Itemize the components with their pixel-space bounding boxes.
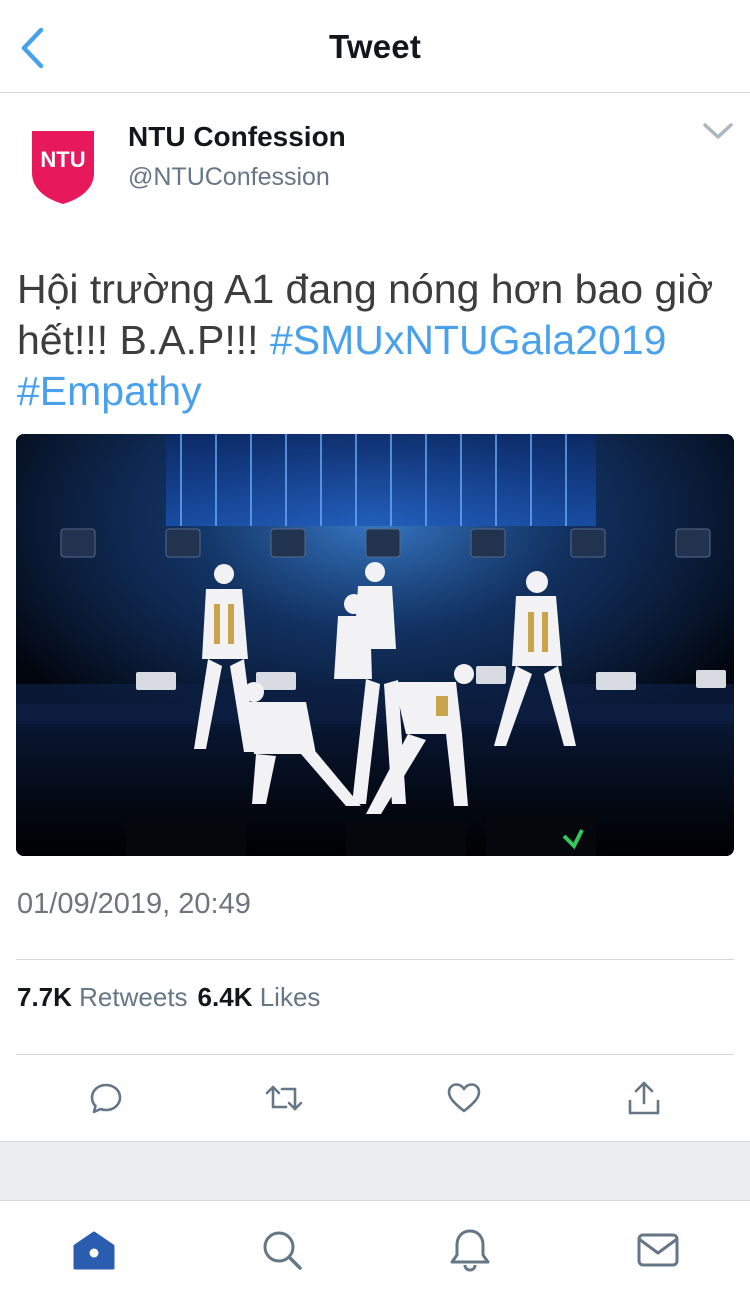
search-icon [263, 1231, 302, 1270]
author-display-name[interactable]: NTU Confession [128, 121, 346, 153]
like-button[interactable] [442, 1078, 486, 1118]
likes-label: Likes [259, 982, 321, 1012]
page-title: Tweet [328, 28, 422, 65]
avatar[interactable]: NTU [30, 129, 96, 205]
tweet-header: NTU NTU Confession @NTUConfession [0, 93, 750, 233]
author-handle[interactable]: @NTUConfession [128, 163, 330, 192]
heart-icon [447, 1083, 481, 1113]
ntu-logo-icon: NTU [32, 131, 94, 204]
hashtag-link-smuxntugala2019[interactable]: #SMUxNTUGala2019 [270, 317, 667, 363]
chevron-down-icon [703, 123, 733, 139]
svg-text:NTU: NTU [40, 147, 85, 172]
retweet-icon [265, 1085, 303, 1111]
concert-stage-photo [16, 434, 734, 856]
more-options-button[interactable] [700, 119, 740, 149]
tweet-stats: 7.7K Retweets 6.4K Likes [17, 982, 320, 1013]
bell-icon [450, 1229, 490, 1272]
divider [16, 1054, 734, 1055]
tab-search[interactable] [258, 1226, 306, 1274]
tab-messages[interactable] [634, 1226, 682, 1274]
likes-stat[interactable]: 6.4K Likes [198, 982, 321, 1012]
retweets-count: 7.7K [17, 982, 72, 1012]
tab-notifications[interactable] [446, 1226, 494, 1274]
tab-home[interactable] [70, 1226, 118, 1274]
section-separator [0, 1141, 750, 1201]
retweets-label: Retweets [79, 982, 188, 1012]
share-button[interactable] [622, 1078, 666, 1118]
likes-count: 6.4K [197, 982, 253, 1012]
tweet-media-image[interactable] [16, 434, 734, 856]
tweet-timestamp: 01/09/2019, 20:49 [17, 888, 251, 920]
tweet-text: Hội trường A1 đang nóng hơn bao giờ hết!… [17, 264, 733, 417]
retweets-stat[interactable]: 7.7K Retweets [17, 982, 188, 1012]
envelope-icon [637, 1233, 679, 1267]
home-icon [73, 1231, 115, 1270]
retweet-button[interactable] [262, 1078, 306, 1118]
reply-button[interactable] [84, 1078, 128, 1118]
navigation-bar: Tweet [0, 0, 750, 93]
share-icon [628, 1081, 660, 1115]
hashtag-link-empathy[interactable]: #Empathy [17, 368, 202, 414]
divider [16, 959, 734, 960]
reply-icon [90, 1083, 122, 1114]
